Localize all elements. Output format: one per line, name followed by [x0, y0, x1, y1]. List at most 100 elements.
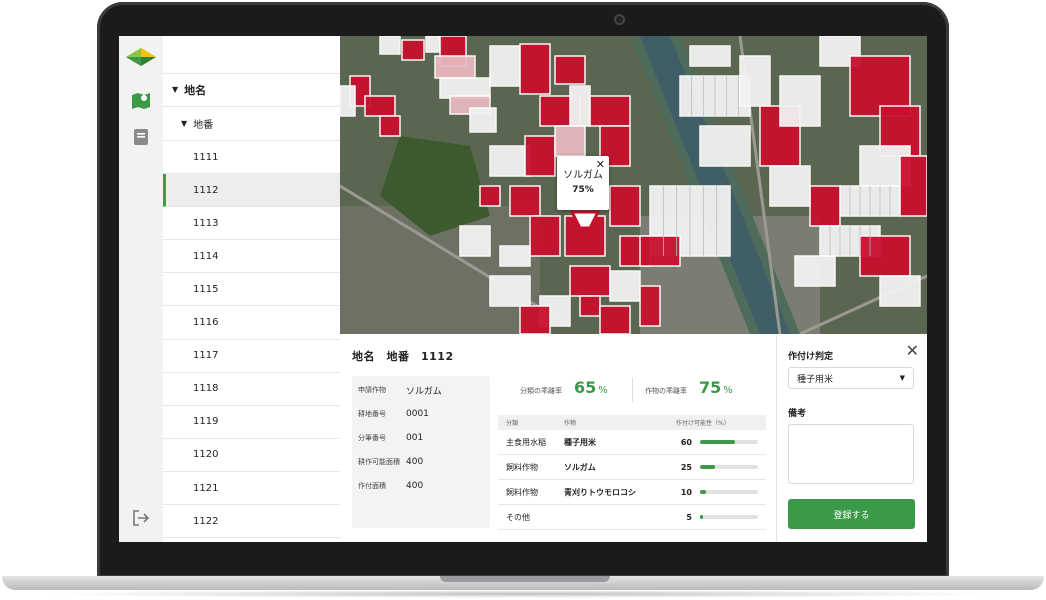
field-parcel: [340, 85, 356, 117]
tree-item-1117[interactable]: 1117: [163, 340, 340, 373]
tree-item-1118[interactable]: 1118: [163, 373, 340, 406]
field-parcel: [489, 45, 521, 87]
tree-item-label: 1112: [193, 184, 219, 196]
field-parcel: [489, 145, 531, 177]
cell-value: 25: [680, 462, 692, 472]
probability-bar-fill: [700, 490, 706, 494]
cell-category: 主食用水稲: [506, 437, 546, 447]
tree-node-region[interactable]: ▼ 地名: [163, 73, 340, 107]
field-parcel: [609, 270, 641, 302]
info-value: 001: [406, 433, 424, 443]
select-value: 種子用米: [797, 374, 834, 385]
tree-item-1111[interactable]: 1111: [163, 141, 340, 175]
tree-item-1121[interactable]: 1121: [163, 472, 340, 506]
tree-node-label: 地番: [193, 120, 214, 131]
rate-unit: %: [598, 385, 608, 396]
tree-node-lot[interactable]: ▼ 地番: [163, 107, 340, 141]
laptop-shadow: [40, 590, 1006, 598]
info-row: 耕作可能面積 400: [358, 454, 486, 470]
info-row: 作付面積 400: [358, 478, 486, 494]
cell-category: 飼料作物: [506, 487, 538, 497]
field-parcel: [779, 75, 821, 127]
tree-item-label: 1117: [193, 350, 219, 362]
info-key: 耕作可能面積: [358, 458, 400, 466]
header-probability: 作付け可能性（%）: [676, 420, 730, 427]
field-parcel: [739, 55, 771, 107]
caret-down-icon: ▼: [172, 85, 179, 94]
info-row: 分筆番号 001: [358, 430, 486, 446]
map-icon[interactable]: [119, 91, 163, 109]
cell-category: その他: [506, 512, 530, 522]
field-parcel: [439, 77, 491, 99]
info-key: 作付面積: [358, 482, 386, 490]
tree-item-1112[interactable]: 1112: [163, 174, 340, 208]
rate-label: 作物の乖離率: [645, 387, 687, 395]
info-row: 耕地番号 0001: [358, 406, 486, 422]
tree-node-label: 地名: [184, 83, 207, 97]
field-parcel: [379, 36, 401, 55]
parcel-detail: 地名 地番 1112 申請作物 ソルガム 耕地番号 0001 分筆番号 001 耕作可能面積…: [340, 334, 776, 542]
probability-bar-fill: [700, 515, 703, 519]
field-parcel: [379, 115, 401, 137]
field-parcel: [639, 285, 661, 327]
tree-item-1113[interactable]: 1113: [163, 207, 340, 241]
tree-item-1119[interactable]: 1119: [163, 406, 340, 439]
app-screen: ▼ 地名 ▼ 地番 1111 1112 1113 1114 1115 1116 1117 11…: [119, 36, 927, 542]
icon-rail: [119, 36, 164, 542]
field-parcel: [769, 165, 811, 207]
field-parcel: [859, 235, 911, 277]
tree-item-label: 1116: [193, 317, 219, 329]
field-parcel: [589, 95, 631, 127]
field-parcel: [599, 305, 631, 334]
register-button[interactable]: 登録する: [788, 499, 915, 529]
header-category: 分類: [506, 420, 519, 427]
field-parcel: [579, 295, 601, 317]
info-value: 400: [406, 457, 424, 467]
info-key: 分筆番号: [358, 434, 386, 442]
field-parcel: [401, 39, 425, 61]
book-icon[interactable]: [119, 128, 163, 146]
crop-select[interactable]: 種子用米 ▼: [788, 367, 914, 389]
tree-item-1120[interactable]: 1120: [163, 439, 340, 472]
table-header: 分類 作物 作付け可能性（%）: [498, 415, 766, 430]
tree-item-label: 1114: [193, 250, 219, 262]
laptop-notch: [440, 576, 610, 582]
cell-category: 飼料作物: [506, 462, 538, 472]
field-parcel: [899, 155, 927, 217]
info-value: 0001: [406, 409, 429, 419]
field-parcel: [699, 125, 751, 167]
note-textarea[interactable]: [788, 424, 914, 484]
tree-item-label: 1122: [193, 515, 219, 527]
tree-item-label: 1111: [193, 151, 219, 163]
cell-crop: 青刈りトウモロコシ: [564, 487, 636, 497]
tree-item-label: 1119: [193, 416, 219, 428]
probability-bar: [700, 490, 758, 494]
table-row: その他 5: [498, 505, 766, 530]
satellite-map[interactable]: ✕ ソルガム 75%: [340, 36, 927, 334]
table-row: 飼料作物 ソルガム 25: [498, 455, 766, 480]
judgement-title: 作付け判定: [788, 352, 834, 362]
tree-item-1114[interactable]: 1114: [163, 240, 340, 274]
field-parcel: [639, 235, 681, 267]
info-key: 耕地番号: [358, 410, 386, 418]
tree-item-label: 1120: [193, 449, 219, 461]
field-parcel: [569, 265, 611, 297]
table-row: 主食用水稲 種子用米 60: [498, 430, 766, 455]
field-parcel: [879, 275, 921, 307]
field-parcel: [569, 85, 591, 127]
logout-icon[interactable]: [119, 510, 163, 526]
tree-item-1122[interactable]: 1122: [163, 505, 340, 539]
tree-header: [163, 36, 340, 74]
cell-crop: 種子用米: [564, 437, 596, 447]
logo-icon: [119, 48, 163, 66]
info-value: ソルガム: [406, 386, 442, 397]
probability-bar: [700, 515, 758, 519]
chevron-down-icon: ▼: [899, 374, 905, 382]
tree-item-1115[interactable]: 1115: [163, 273, 340, 307]
popup-close-icon[interactable]: ✕: [596, 158, 605, 171]
close-icon[interactable]: ✕: [906, 341, 919, 360]
probability-bar-fill: [700, 465, 715, 469]
field-parcel: [529, 215, 561, 257]
info-value: 400: [406, 481, 424, 491]
tree-item-1116[interactable]: 1116: [163, 307, 340, 340]
